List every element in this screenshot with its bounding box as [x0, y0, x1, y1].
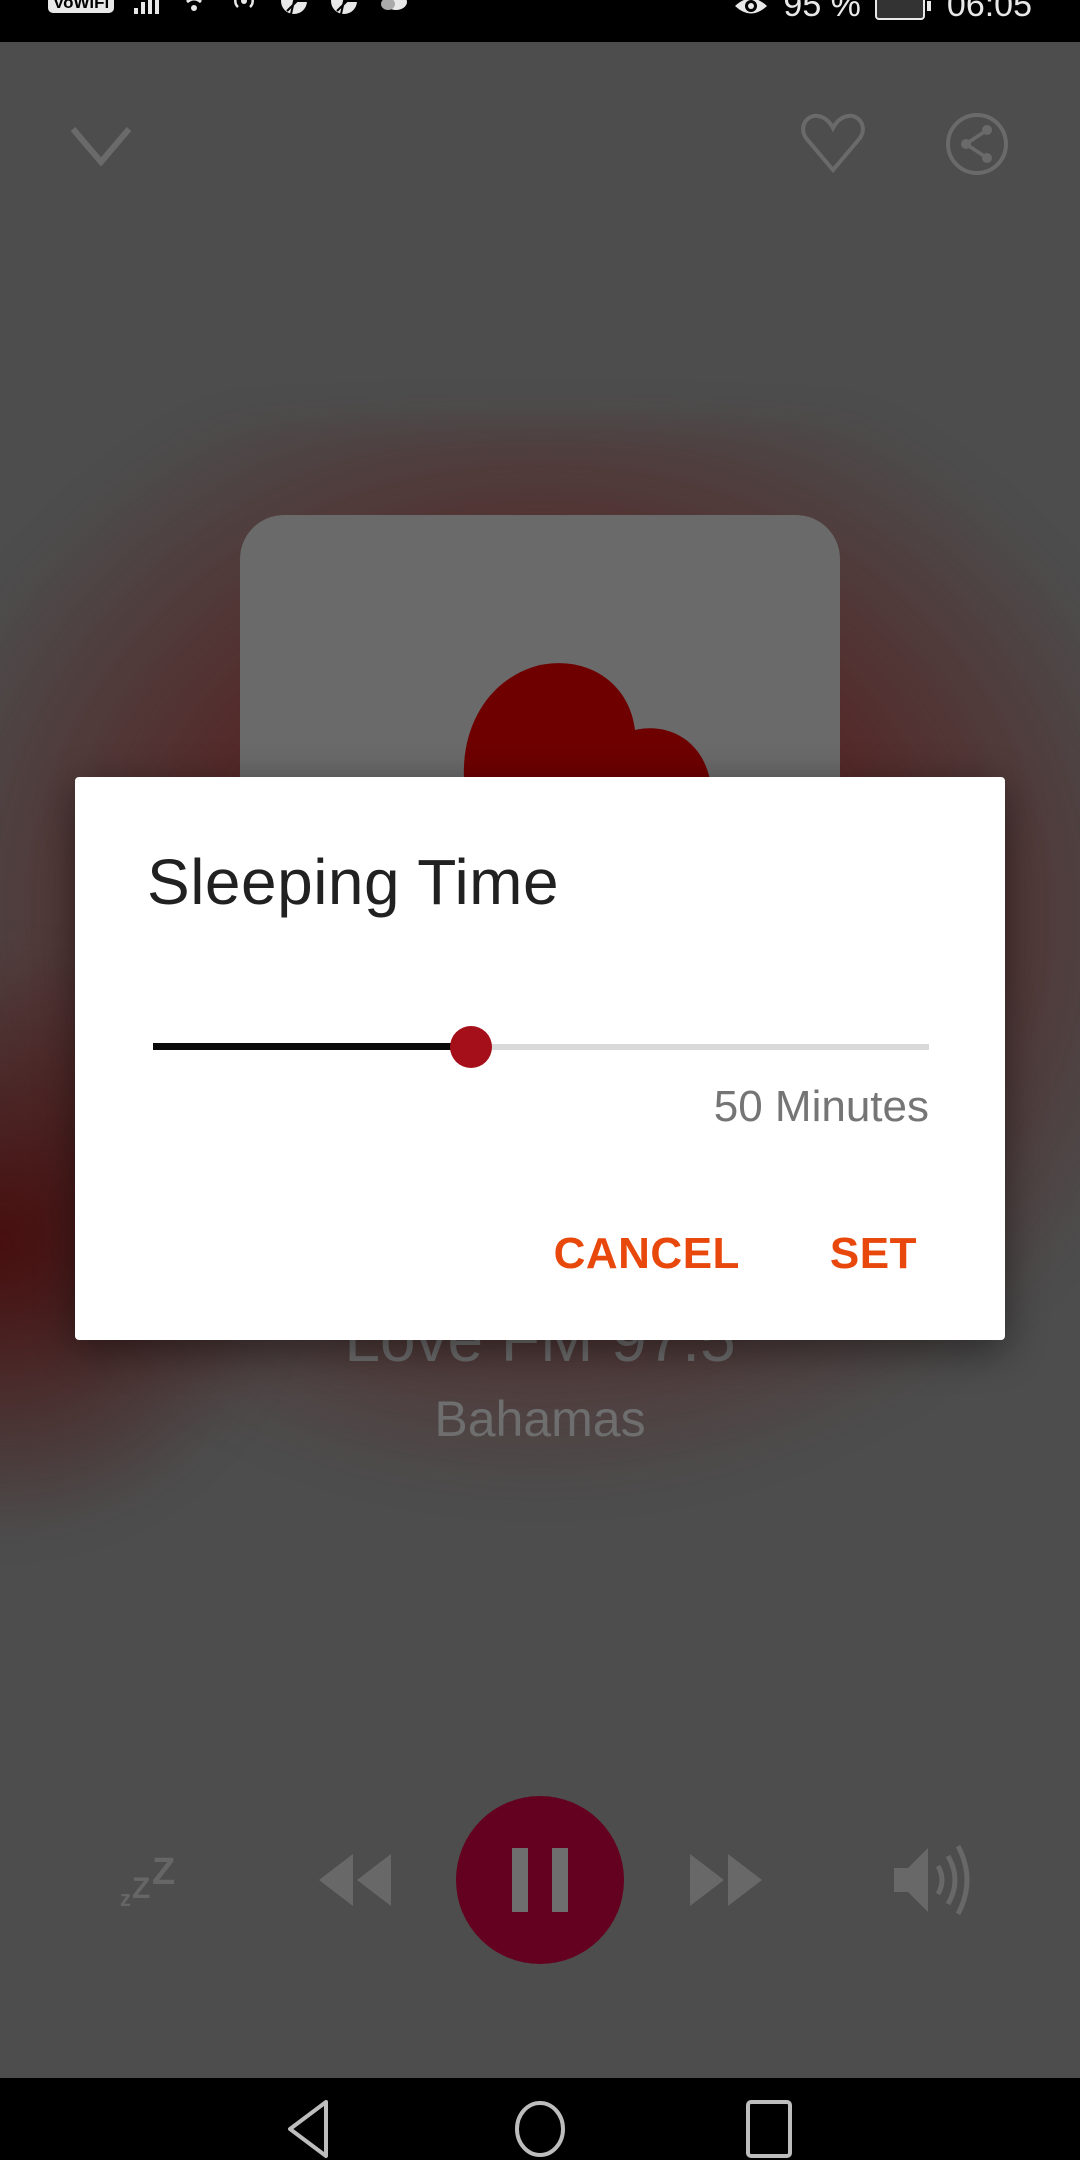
- sleep-timer-dialog: Sleeping Time 50 Minutes CANCEL SET: [75, 777, 1005, 1340]
- recents-square-icon[interactable]: [744, 2098, 794, 2160]
- clock: 06:05: [946, 0, 1032, 24]
- sleep-time-slider[interactable]: [153, 1025, 929, 1069]
- system-navigation-bar: [0, 2078, 1080, 2160]
- signal-icon: [134, 0, 160, 14]
- slider-thumb[interactable]: [450, 1026, 492, 1068]
- status-left-icons: VoWiFi: [48, 0, 409, 16]
- wifi-icon: [186, 0, 203, 11]
- battery-icon: [874, 0, 931, 20]
- status-bar: VoWiFi 95 % 06:05: [0, 0, 1080, 42]
- home-circle-icon[interactable]: [513, 2098, 567, 2160]
- aperture-icon: [331, 0, 358, 15]
- dialog-title: Sleeping Time: [147, 846, 560, 918]
- status-right-icons: 95 % 06:05: [733, 0, 1032, 25]
- cancel-button[interactable]: CANCEL: [554, 1229, 740, 1279]
- hotspot-icon: [234, 0, 255, 8]
- vowifi-badge: VoWiFi: [48, 0, 115, 13]
- cloud-icon: [381, 0, 408, 10]
- slider-value-label: 50 Minutes: [713, 1082, 929, 1131]
- slider-track-fill: [153, 1043, 471, 1050]
- dialog-actions: CANCEL SET: [554, 1229, 917, 1279]
- eye-icon: [735, 0, 768, 13]
- battery-percent: 95 %: [783, 0, 861, 24]
- aperture-icon: [281, 0, 308, 15]
- set-button[interactable]: SET: [830, 1229, 917, 1279]
- back-triangle-icon[interactable]: [284, 2098, 334, 2160]
